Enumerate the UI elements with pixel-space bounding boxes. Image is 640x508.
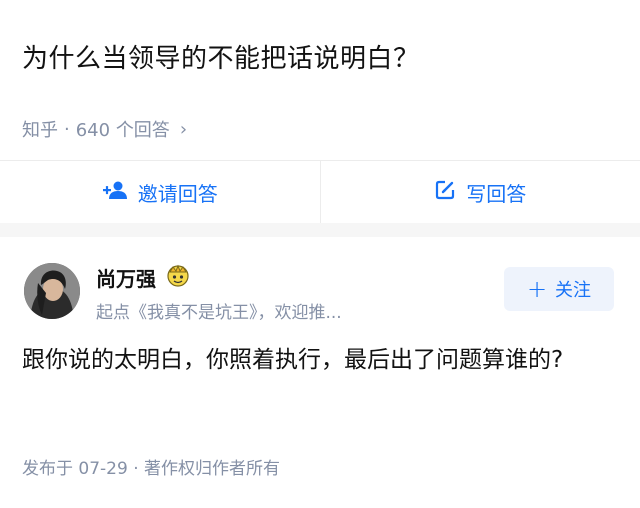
invite-answer-button[interactable]: 邀请回答 [0, 161, 320, 223]
write-answer-button[interactable]: 写回答 [321, 161, 640, 223]
write-answer-label: 写回答 [466, 181, 527, 206]
author-name[interactable]: 尚万强 [96, 263, 192, 292]
follow-label: 关注 [555, 280, 592, 301]
chevron-right-icon: › [179, 118, 188, 140]
author-name-text: 尚万强 [96, 267, 156, 291]
question-title[interactable]: 为什么当领导的不能把话说明白？ [22, 38, 420, 75]
invite-answer-label: 邀请回答 [137, 181, 218, 206]
question-meta[interactable]: 知乎 · 640 个回答 › [22, 116, 187, 142]
meta-separator: · [64, 118, 70, 140]
answer-content[interactable]: 跟你说的太明白，你照着执行，最后出了问题算谁的? [22, 340, 622, 380]
section-gap [0, 223, 640, 237]
plus-icon: + [526, 275, 548, 303]
pencil-box-icon [434, 179, 456, 206]
follow-button[interactable]: + 关注 [504, 267, 614, 311]
crown-badge-icon [164, 263, 192, 292]
author-avatar[interactable] [24, 263, 80, 319]
action-bar: 邀请回答 写回答 [0, 161, 640, 223]
answer-count: 640 个回答 [75, 120, 170, 141]
author-bio: 起点《我真不是坑王》，欢迎推... [96, 303, 342, 323]
source-label: 知乎 [22, 120, 58, 141]
person-add-icon [102, 180, 128, 205]
answer-footer: 发布于 07-29 · 著作权归作者所有 [22, 459, 281, 479]
